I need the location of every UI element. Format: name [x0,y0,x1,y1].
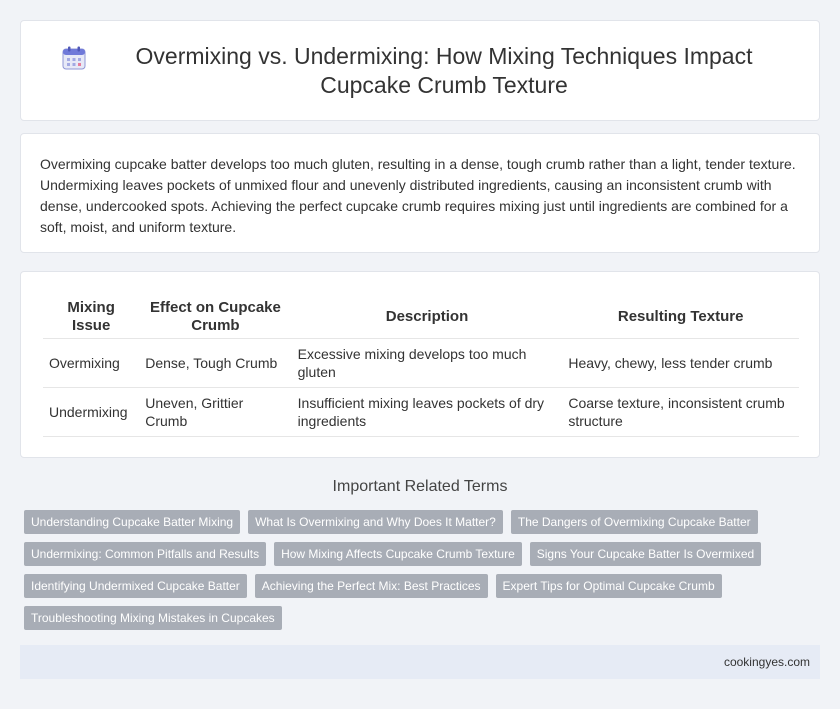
calendar-icon [62,46,86,69]
related-term-tag[interactable]: How Mixing Affects Cupcake Crumb Texture [274,542,522,566]
header-resulting-texture: Resulting Texture [562,296,799,339]
related-term-tag[interactable]: What Is Overmixing and Why Does It Matte… [248,510,503,534]
intro-paragraph: Overmixing cupcake batter develops too m… [40,156,796,235]
related-term-tag[interactable]: Expert Tips for Optimal Cupcake Crumb [495,574,722,598]
related-term-tag[interactable]: Signs Your Cupcake Batter Is Overmixed [529,542,762,566]
footer: cookingyes.com [20,645,820,679]
related-term-tag[interactable]: Undermixing: Common Pitfalls and Results [24,542,267,566]
table-header-row: Mixing Issue Effect on Cupcake Crumb Des… [43,296,799,339]
related-term-tag[interactable]: Achieving the Perfect Mix: Best Practice… [254,574,488,598]
header-effect: Effect on Cupcake Crumb [139,296,292,339]
header-description: Description [291,296,563,339]
related-term-tag[interactable]: Troubleshooting Mixing Mistakes in Cupca… [24,606,282,630]
table-card: Mixing Issue Effect on Cupcake Crumb Des… [20,271,820,458]
related-term-tag[interactable]: Identifying Undermixed Cupcake Batter [24,574,247,598]
related-terms-tags: Understanding Cupcake Batter Mixing What… [24,510,820,638]
table-row: Overmixing Dense, Tough Crumb Excessive … [43,339,799,388]
related-term-tag[interactable]: Understanding Cupcake Batter Mixing [24,510,241,534]
related-terms-title: Important Related Terms [332,478,508,495]
table-cell: Undermixing [43,388,140,437]
related-term-tag[interactable]: The Dangers of Overmixing Cupcake Batter [510,510,758,534]
intro-card: Overmixing cupcake batter develops too m… [20,133,820,253]
table-cell: Heavy, chewy, less tender crumb [562,339,799,388]
table-cell: Uneven, Grittier Crumb [139,388,292,437]
table-cell: Overmixing [43,339,140,388]
table-cell: Excessive mixing develops too much glute… [291,339,563,388]
title-wrap: Overmixing vs. Undermixing: How Mixing T… [21,21,819,120]
table-cell: Dense, Tough Crumb [139,339,292,388]
footer-site-link[interactable]: cookingyes.com [724,655,810,669]
table-cell: Insufficient mixing leaves pockets of dr… [291,388,563,437]
table-cell: Coarse texture, inconsistent crumb struc… [562,388,799,437]
table-row: Undermixing Uneven, Grittier Crumb Insuf… [43,388,799,437]
header-mixing-issue: Mixing Issue [43,296,140,339]
title-card: Overmixing vs. Undermixing: How Mixing T… [20,20,820,121]
page-title: Overmixing vs. Undermixing: How Mixing T… [135,42,753,98]
comparison-table: Mixing Issue Effect on Cupcake Crumb Des… [43,296,799,437]
